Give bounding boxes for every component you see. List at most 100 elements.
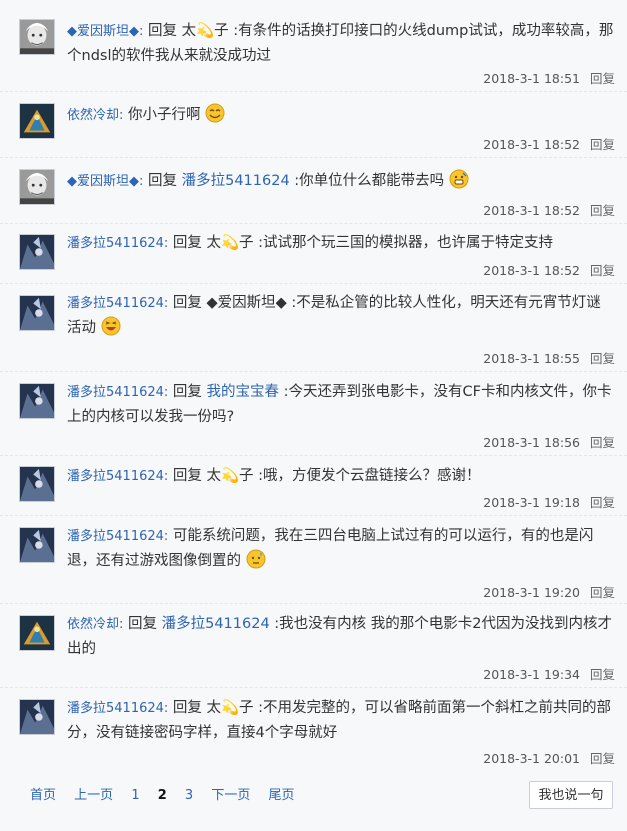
- avatar[interactable]: [19, 383, 55, 419]
- list-item: 依然冷却: 你小子行啊 2018-3-1 18:52 回复: [0, 92, 627, 158]
- say-something-button[interactable]: 我也说一句: [529, 781, 613, 809]
- reply-label: 回复: [172, 384, 202, 400]
- post-meta: 2018-3-1 18:52 回复: [483, 134, 615, 153]
- list-item: 潘多拉5411624: 回复 ◆爱因斯坦◆ :不是私企管的比较人性化，明天还有元…: [0, 284, 627, 372]
- timestamp: 2018-3-1 18:56: [483, 435, 580, 450]
- avatar[interactable]: [19, 295, 55, 331]
- reply-list: ◆爱因斯坦◆: 回复 太💫子 :有条件的话换打印接口的火线dump试试，成功率较…: [0, 0, 627, 831]
- post-content: 潘多拉5411624: 回复 太💫子 :不用发完整的，可以省略前面第一个斜杠之前…: [67, 696, 615, 745]
- post-content: 潘多拉5411624: 回复 太💫子 :哦，方便发个云盘链接么？感谢！: [67, 464, 615, 489]
- reply-target[interactable]: 太💫子: [207, 468, 254, 484]
- post-meta: 2018-3-1 19:20 回复: [483, 582, 615, 601]
- list-item: ◆爱因斯坦◆: 回复 潘多拉5411624 :你单位什么都能带去吗 2018-3…: [0, 158, 627, 224]
- post-text: :哦，方便发个云盘链接么？感谢！: [258, 468, 481, 484]
- reply-target[interactable]: 潘多拉5411624: [182, 173, 290, 189]
- pager-page-3[interactable]: 3: [185, 788, 193, 803]
- author-name[interactable]: 潘多拉5411624:: [67, 469, 168, 484]
- laugh-emoji-icon: [101, 316, 121, 336]
- timestamp: 2018-3-1 20:01: [483, 751, 580, 766]
- list-item: 潘多拉5411624: 回复 太💫子 :不用发完整的，可以省略前面第一个斜杠之前…: [0, 688, 627, 772]
- post-text: :你单位什么都能带去吗: [294, 173, 445, 189]
- avatar[interactable]: [19, 234, 55, 270]
- post-meta: 2018-3-1 18:56 回复: [483, 432, 615, 451]
- pager-page-1[interactable]: 1: [131, 788, 139, 803]
- author-name[interactable]: 潘多拉5411624:: [67, 236, 168, 251]
- reply-link[interactable]: 回复: [590, 667, 615, 682]
- reply-target[interactable]: 太💫子: [182, 23, 229, 39]
- timestamp: 2018-3-1 18:52: [483, 137, 580, 152]
- post-content: 潘多拉5411624: 可能系统问题，我在三四台电脑上试过有的可以运行，有的也是…: [67, 524, 615, 573]
- list-item: 潘多拉5411624: 回复 我的宝宝春 :今天还弄到张电影卡，没有CF卡和内核…: [0, 372, 627, 456]
- author-name[interactable]: 潘多拉5411624:: [67, 296, 168, 311]
- list-item: 潘多拉5411624: 回复 太💫子 :哦，方便发个云盘链接么？感谢！ 2018…: [0, 456, 627, 516]
- avatar[interactable]: [19, 103, 55, 139]
- author-name[interactable]: 潘多拉5411624:: [67, 701, 168, 716]
- avatar[interactable]: [19, 169, 55, 205]
- list-item: ◆爱因斯坦◆: 回复 太💫子 :有条件的话换打印接口的火线dump试试，成功率较…: [0, 8, 627, 92]
- reply-target[interactable]: ◆爱因斯坦◆: [207, 295, 287, 311]
- post-meta: 2018-3-1 19:34 回复: [483, 664, 615, 683]
- timestamp: 2018-3-1 18:51: [483, 71, 580, 86]
- reply-link[interactable]: 回复: [590, 351, 615, 366]
- post-meta: 2018-3-1 19:18 回复: [483, 492, 615, 511]
- post-meta: 2018-3-1 20:01 回复: [483, 748, 615, 767]
- list-item: 潘多拉5411624: 可能系统问题，我在三四台电脑上试过有的可以运行，有的也是…: [0, 516, 627, 604]
- reply-link[interactable]: 回复: [590, 203, 615, 218]
- author-name[interactable]: ◆爱因斯坦◆:: [67, 174, 143, 189]
- timestamp: 2018-3-1 18:52: [483, 203, 580, 218]
- post-meta: 2018-3-1 18:52 回复: [483, 260, 615, 279]
- post-content: 潘多拉5411624: 回复 ◆爱因斯坦◆ :不是私企管的比较人性化，明天还有元…: [67, 291, 615, 340]
- timestamp: 2018-3-1 19:18: [483, 495, 580, 510]
- smile-emoji-icon: [205, 103, 225, 123]
- pager-page-2-current: 2: [157, 788, 167, 803]
- reply-link[interactable]: 回复: [590, 263, 615, 278]
- avatar[interactable]: [19, 19, 55, 55]
- post-content: 潘多拉5411624: 回复 我的宝宝春 :今天还弄到张电影卡，没有CF卡和内核…: [67, 380, 615, 429]
- timestamp: 2018-3-1 19:20: [483, 585, 580, 600]
- pager-next[interactable]: 下一页: [211, 784, 250, 803]
- post-meta: 2018-3-1 18:52 回复: [483, 200, 615, 219]
- sweat-emoji-icon: [246, 549, 266, 569]
- post-text: :试试那个玩三国的模拟器，也许属于特定支持: [258, 235, 554, 251]
- pager-first[interactable]: 首页: [30, 784, 56, 803]
- reply-target[interactable]: 太💫子: [207, 700, 254, 716]
- avatar[interactable]: [19, 527, 55, 563]
- reply-label: 回复: [172, 295, 202, 311]
- reply-link[interactable]: 回复: [590, 751, 615, 766]
- reply-link[interactable]: 回复: [590, 495, 615, 510]
- reply-target[interactable]: 潘多拉5411624: [162, 616, 270, 632]
- author-name[interactable]: 依然冷却:: [67, 617, 123, 632]
- timestamp: 2018-3-1 18:55: [483, 351, 580, 366]
- reply-target[interactable]: 太💫子: [207, 235, 254, 251]
- reply-link[interactable]: 回复: [590, 585, 615, 600]
- author-name[interactable]: 潘多拉5411624:: [67, 385, 168, 400]
- reply-label: 回复: [172, 235, 202, 251]
- post-content: 潘多拉5411624: 回复 太💫子 :试试那个玩三国的模拟器，也许属于特定支持: [67, 231, 615, 256]
- timestamp: 2018-3-1 19:34: [483, 667, 580, 682]
- post-text: 你小子行啊: [128, 107, 201, 123]
- list-item: 潘多拉5411624: 回复 太💫子 :试试那个玩三国的模拟器，也许属于特定支持…: [0, 224, 627, 284]
- reply-link[interactable]: 回复: [590, 435, 615, 450]
- list-item: 依然冷却: 回复 潘多拉5411624 :我也没有内核 我的那个电影卡2代因为没…: [0, 604, 627, 688]
- author-name[interactable]: 潘多拉5411624:: [67, 529, 168, 544]
- pager-last[interactable]: 尾页: [269, 784, 295, 803]
- timestamp: 2018-3-1 18:52: [483, 263, 580, 278]
- pagination: 首页 上一页 1 2 3 下一页 尾页: [30, 784, 309, 803]
- reply-target[interactable]: 我的宝宝春: [207, 384, 280, 400]
- post-content: 依然冷却: 回复 潘多拉5411624 :我也没有内核 我的那个电影卡2代因为没…: [67, 612, 615, 661]
- reply-link[interactable]: 回复: [590, 71, 615, 86]
- author-name[interactable]: 依然冷却:: [67, 108, 123, 123]
- reply-label: 回复: [172, 468, 202, 484]
- reply-label: 回复: [128, 616, 157, 632]
- avatar[interactable]: [19, 466, 55, 502]
- post-meta: 2018-3-1 18:51 回复: [483, 68, 615, 87]
- avatar[interactable]: [19, 615, 55, 651]
- avatar[interactable]: [19, 699, 55, 735]
- pager-prev[interactable]: 上一页: [74, 784, 113, 803]
- reply-link[interactable]: 回复: [590, 137, 615, 152]
- post-content: 依然冷却: 你小子行啊: [67, 103, 615, 128]
- reply-label: 回复: [172, 700, 202, 716]
- author-name[interactable]: ◆爱因斯坦◆:: [67, 24, 143, 39]
- reply-label: 回复: [148, 23, 177, 39]
- post-meta: 2018-3-1 18:55 回复: [483, 348, 615, 367]
